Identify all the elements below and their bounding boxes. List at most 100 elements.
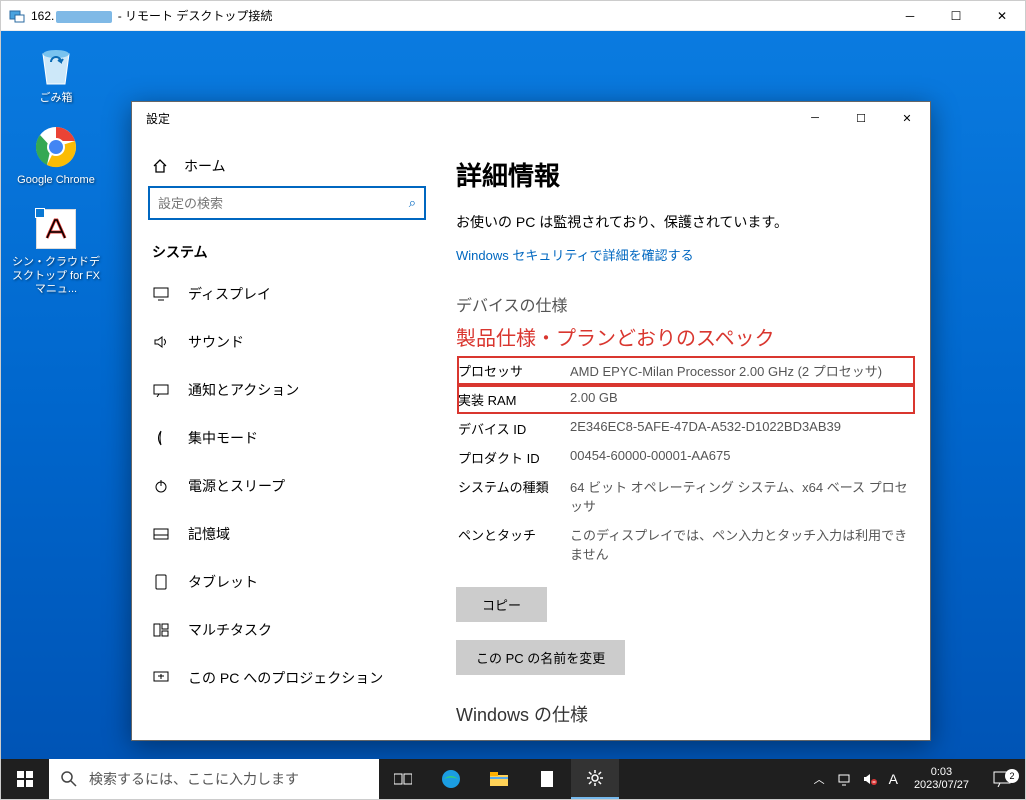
protection-status-text: お使いの PC は監視されており、保護されています。 <box>456 211 916 233</box>
start-button[interactable] <box>1 759 49 799</box>
clock-date: 2023/07/27 <box>914 779 969 792</box>
desktop-icon-chrome[interactable]: Google Chrome <box>11 123 101 187</box>
tray-volume-icon[interactable] <box>857 773 883 785</box>
sidebar-item-display[interactable]: ディスプレイ <box>132 270 442 318</box>
sidebar-item-label: サウンド <box>188 332 244 352</box>
sidebar-item-storage[interactable]: 記憶域 <box>132 510 442 558</box>
storage-icon <box>152 528 170 540</box>
annotation-overlay: 製品仕様・プランどおりのスペック <box>456 322 916 351</box>
sidebar-item-multitask[interactable]: マルチタスク <box>132 606 442 654</box>
spec-label-ram: 実装 RAM <box>458 386 568 413</box>
taskbar-search[interactable]: 検索するには、ここに入力します <box>49 759 379 799</box>
taskbar-app-explorer[interactable] <box>475 759 523 799</box>
power-icon <box>152 479 170 493</box>
remote-desktop[interactable]: ごみ箱 Google Chrome シン・クラウドデスクトップ for FX マ… <box>1 31 1025 799</box>
sidebar-item-label: ディスプレイ <box>188 284 271 304</box>
rdp-close-button[interactable]: ✕ <box>979 1 1025 31</box>
display-icon <box>152 287 170 301</box>
task-view-button[interactable] <box>379 759 427 799</box>
windows-spec-heading: Windows の仕様 <box>456 701 916 727</box>
rdp-icon <box>9 8 25 24</box>
sidebar-section-system: システム <box>132 234 442 270</box>
device-spec-table: プロセッサ AMD EPYC-Milan Processor 2.00 GHz … <box>456 355 916 569</box>
taskbar-clock[interactable]: 0:03 2023/07/27 <box>904 766 979 792</box>
home-icon <box>152 158 168 174</box>
taskbar-app-edge[interactable] <box>427 759 475 799</box>
rdp-title: 162. - リモート デスクトップ接続 <box>31 7 887 24</box>
clock-time: 0:03 <box>914 766 969 779</box>
system-tray: ︿ A 0:03 2023/07/27 2 <box>808 759 1025 799</box>
rdp-maximize-button[interactable]: ☐ <box>933 1 979 31</box>
sidebar-item-label: 通知とアクション <box>188 380 299 400</box>
taskbar-search-placeholder: 検索するには、ここに入力します <box>89 769 299 789</box>
settings-window-title: 設定 <box>146 110 792 127</box>
notification-count-badge: 2 <box>1005 769 1019 783</box>
settings-search-input[interactable]: ⌕ <box>148 186 426 220</box>
spec-label-device-id: デバイス ID <box>458 415 568 442</box>
settings-window: 設定 ─ ☐ ✕ ホーム ⌕ システム <box>131 101 931 741</box>
settings-titlebar[interactable]: 設定 ─ ☐ ✕ <box>132 102 930 134</box>
sidebar-home[interactable]: ホーム <box>132 146 442 186</box>
sound-icon <box>152 335 170 349</box>
settings-sidebar: ホーム ⌕ システム ディスプレイ サウンド 通知とアクション 集中モード 電源… <box>132 134 442 740</box>
spec-label-system-type: システムの種類 <box>458 473 568 519</box>
sidebar-item-tablet[interactable]: タブレット <box>132 558 442 606</box>
desktop-icon-label: Google Chrome <box>17 174 95 187</box>
multitask-icon <box>152 623 170 637</box>
focus-icon <box>152 430 170 446</box>
action-center-button[interactable]: 2 <box>979 771 1025 787</box>
settings-close-button[interactable]: ✕ <box>884 102 930 134</box>
sidebar-item-label: 電源とスリープ <box>188 476 285 496</box>
settings-maximize-button[interactable]: ☐ <box>838 102 884 134</box>
sidebar-item-label: マルチタスク <box>188 620 272 640</box>
sidebar-home-label: ホーム <box>184 156 226 176</box>
sidebar-item-sound[interactable]: サウンド <box>132 318 442 366</box>
sidebar-item-label: タブレット <box>188 572 258 592</box>
tray-network-icon[interactable] <box>831 772 857 786</box>
copy-button[interactable]: コピー <box>456 587 547 622</box>
settings-minimize-button[interactable]: ─ <box>792 102 838 134</box>
ip-redaction <box>56 11 112 23</box>
device-spec-heading: デバイスの仕様 <box>456 292 916 316</box>
spec-label-processor: プロセッサ <box>458 357 568 384</box>
rename-pc-button[interactable]: この PC の名前を変更 <box>456 640 625 675</box>
projection-icon <box>152 671 170 685</box>
desktop-icon-manual[interactable]: シン・クラウドデスクトップ for FX マニュ... <box>11 205 101 296</box>
settings-main: 詳細情報 お使いの PC は監視されており、保護されています。 Windows … <box>442 134 930 740</box>
page-title: 詳細情報 <box>456 156 916 193</box>
recycle-bin-icon <box>32 41 80 89</box>
tablet-icon <box>152 574 170 590</box>
sidebar-item-notifications[interactable]: 通知とアクション <box>132 366 442 414</box>
search-icon: ⌕ <box>409 195 416 211</box>
spec-label-product-id: プロダクト ID <box>458 444 568 471</box>
taskbar-app-settings[interactable] <box>571 759 619 799</box>
desktop-icon-recycle-bin[interactable]: ごみ箱 <box>11 41 101 105</box>
spec-value-ram: 2.00 GB <box>570 386 914 413</box>
rdp-titlebar[interactable]: 162. - リモート デスクトップ接続 ─ ☐ ✕ <box>1 1 1025 31</box>
spec-value-pen-touch: このディスプレイでは、ペン入力とタッチ入力は利用できません <box>570 521 914 567</box>
sidebar-item-power[interactable]: 電源とスリープ <box>132 462 442 510</box>
desktop-icon-label: ごみ箱 <box>40 92 73 105</box>
desktop-icon-label: シン・クラウドデスクトップ for FX マニュ... <box>11 256 101 296</box>
spec-label-pen-touch: ペンとタッチ <box>458 521 568 567</box>
document-icon <box>32 205 80 253</box>
spec-value-system-type: 64 ビット オペレーティング システム、x64 ベース プロセッサ <box>570 473 914 519</box>
taskbar: 検索するには、ここに入力します ︿ A 0:03 2023/07/27 <box>1 759 1025 799</box>
sidebar-item-label: 集中モード <box>188 428 258 448</box>
sidebar-item-projection[interactable]: この PC へのプロジェクション <box>132 654 442 702</box>
rdp-window: 162. - リモート デスクトップ接続 ─ ☐ ✕ ごみ箱 Google Ch… <box>0 0 1026 800</box>
sidebar-item-focus[interactable]: 集中モード <box>132 414 442 462</box>
tray-ime-indicator[interactable]: A <box>883 771 904 787</box>
search-icon <box>61 771 77 787</box>
tray-chevron-icon[interactable]: ︿ <box>808 771 831 787</box>
notification-icon <box>152 383 170 397</box>
rdp-minimize-button[interactable]: ─ <box>887 1 933 31</box>
spec-value-device-id: 2E346EC8-5AFE-47DA-A532-D1022BD3AB39 <box>570 415 914 442</box>
sidebar-item-label: この PC へのプロジェクション <box>188 668 383 688</box>
taskbar-app-document[interactable] <box>523 759 571 799</box>
security-details-link[interactable]: Windows セキュリティで詳細を確認する <box>456 245 916 264</box>
sidebar-item-label: 記憶域 <box>188 524 230 544</box>
spec-value-processor: AMD EPYC-Milan Processor 2.00 GHz (2 プロセ… <box>570 357 914 384</box>
chrome-icon <box>32 123 80 171</box>
spec-value-product-id: 00454-60000-00001-AA675 <box>570 444 914 471</box>
